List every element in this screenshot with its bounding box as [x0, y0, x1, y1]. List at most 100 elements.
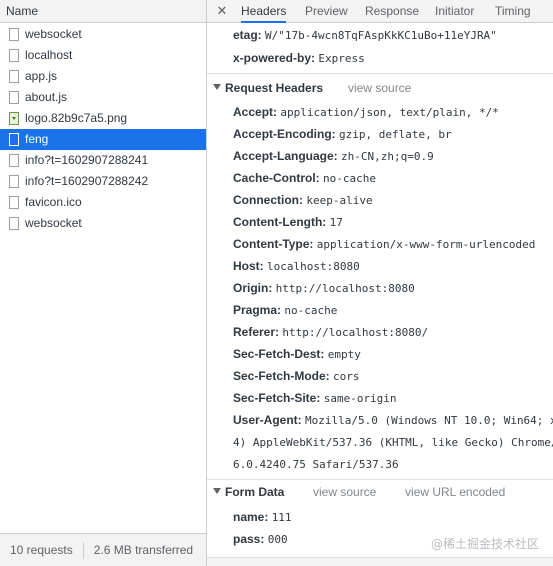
tab-timing[interactable]: Timing — [495, 0, 531, 22]
header-value: http://localhost:8080/ — [282, 326, 429, 339]
form-value: 111 — [271, 511, 292, 524]
document-icon — [9, 70, 19, 83]
document-icon — [9, 217, 19, 230]
header-key: Sec-Fetch-Dest: — [233, 347, 325, 361]
request-name: favicon.ico — [25, 195, 82, 209]
header-key: x-powered-by: — [233, 51, 316, 65]
header-row: Accept-Language: zh-CN,zh;q=0.9 — [233, 149, 434, 163]
header-row: Accept: application/json, text/plain, */… — [233, 105, 499, 119]
header-row: Content-Length: 17 — [233, 215, 343, 229]
header-value: 17 — [329, 216, 343, 229]
header-value: http://localhost:8080 — [275, 282, 415, 295]
name-column-header[interactable]: Name — [0, 0, 206, 23]
request-row[interactable]: websocket — [0, 213, 206, 234]
request-name: app.js — [25, 69, 58, 83]
section-title: Request Headers — [225, 81, 324, 95]
header-value-continuation: 6.0.4240.75 Safari/537.36 — [233, 457, 399, 471]
header-key: Accept: — [233, 105, 278, 119]
document-icon — [9, 49, 19, 62]
header-row: etag: W/"17b-4wcn8TqFAspKkKC1uBo+11eYJRA… — [233, 28, 497, 42]
collapse-triangle-icon — [213, 488, 221, 494]
request-row-selected[interactable]: feng — [0, 129, 206, 150]
bottom-scroll-strip[interactable] — [207, 557, 553, 566]
request-name: localhost — [25, 48, 73, 62]
header-row: Origin: http://localhost:8080 — [233, 281, 415, 295]
header-value: localhost:8080 — [267, 260, 360, 273]
header-row: Cache-Control: no-cache — [233, 171, 376, 185]
header-row: Sec-Fetch-Dest: empty — [233, 347, 361, 361]
header-key: Accept-Encoding: — [233, 127, 336, 141]
watermark: @稀土掘金技术社区 — [430, 537, 539, 551]
document-icon — [9, 91, 19, 104]
tab-headers[interactable]: Headers — [241, 0, 287, 23]
document-icon — [9, 28, 19, 41]
request-row[interactable]: websocket — [0, 24, 206, 45]
document-icon — [9, 154, 19, 167]
request-row[interactable]: info?t=1602907288242 — [0, 171, 206, 192]
header-key: etag: — [233, 28, 262, 42]
header-value: Mozilla/5.0 (Windows NT 10.0; Win64; x — [305, 414, 553, 427]
image-icon — [9, 112, 19, 125]
header-key: Pragma: — [233, 303, 282, 317]
header-value: no-cache — [323, 172, 376, 185]
request-list-pane: Name websocket localhost app.js about.js… — [0, 0, 207, 566]
form-key: pass: — [233, 532, 265, 546]
section-divider — [207, 479, 553, 480]
header-key: Accept-Language: — [233, 149, 338, 163]
document-icon — [9, 196, 19, 209]
header-key: Cache-Control: — [233, 171, 320, 185]
headers-panel: etag: W/"17b-4wcn8TqFAspKkKC1uBo+11eYJRA… — [207, 23, 553, 566]
request-headers-toggle[interactable]: Request Headers — [213, 81, 323, 95]
header-value: 6.0.4240.75 Safari/537.36 — [233, 458, 399, 471]
view-source-link[interactable]: view source — [313, 485, 376, 499]
header-value: 4) AppleWebKit/537.36 (KHTML, like Gecko… — [233, 436, 553, 449]
header-row: Content-Type: application/x-www-form-url… — [233, 237, 535, 251]
status-bar: 10 requests 2.6 MB transferred — [0, 533, 206, 566]
request-row[interactable]: info?t=1602907288241 — [0, 150, 206, 171]
request-row[interactable]: favicon.ico — [0, 192, 206, 213]
tab-preview[interactable]: Preview — [305, 0, 348, 22]
request-name: feng — [25, 132, 49, 146]
header-row: Pragma: no-cache — [233, 303, 337, 317]
tab-response[interactable]: Response — [365, 0, 419, 22]
request-name: websocket — [25, 27, 82, 41]
section-title: Form Data — [225, 485, 285, 499]
tab-initiator[interactable]: Initiator — [435, 0, 474, 22]
request-row[interactable]: app.js — [0, 66, 206, 87]
header-value: zh-CN,zh;q=0.9 — [341, 150, 434, 163]
document-icon — [9, 175, 19, 188]
header-value: W/"17b-4wcn8TqFAspKkKC1uBo+11eYJRA" — [265, 29, 497, 42]
view-url-encoded-link[interactable]: view URL encoded — [405, 485, 505, 499]
header-value: no-cache — [284, 304, 338, 317]
section-divider — [207, 73, 553, 74]
request-row[interactable]: localhost — [0, 45, 206, 66]
request-name: about.js — [25, 90, 68, 104]
header-row: User-Agent: Mozilla/5.0 (Windows NT 10.0… — [233, 413, 553, 427]
header-value: same-origin — [323, 392, 397, 405]
header-value: cors — [333, 370, 360, 383]
form-row: name: 111 — [233, 510, 292, 524]
header-value: application/json, text/plain, */* — [280, 106, 499, 119]
header-value: Express — [318, 52, 365, 65]
request-count: 10 requests — [10, 543, 73, 557]
header-row: Sec-Fetch-Site: same-origin — [233, 391, 397, 405]
form-data-toggle[interactable]: Form Data — [213, 485, 284, 499]
request-name: logo.82b9c7a5.png — [25, 111, 128, 125]
request-name: info?t=1602907288242 — [25, 174, 149, 188]
details-tabbar: ✕ Headers Preview Response Initiator Tim… — [207, 0, 553, 23]
header-row: Sec-Fetch-Mode: cors — [233, 369, 360, 383]
close-icon[interactable]: ✕ — [216, 3, 228, 19]
header-key: Content-Type: — [233, 237, 314, 251]
form-value: 000 — [267, 533, 288, 546]
request-row[interactable]: logo.82b9c7a5.png — [0, 108, 206, 129]
view-source-link[interactable]: view source — [348, 81, 411, 95]
request-row[interactable]: about.js — [0, 87, 206, 108]
header-row: Referer: http://localhost:8080/ — [233, 325, 428, 339]
header-key: Sec-Fetch-Mode: — [233, 369, 330, 383]
header-value-continuation: 4) AppleWebKit/537.36 (KHTML, like Gecko… — [233, 435, 553, 449]
transferred-size: 2.6 MB transferred — [93, 543, 194, 557]
name-column-label: Name — [6, 4, 39, 18]
header-key: Connection: — [233, 193, 303, 207]
header-key: Referer: — [233, 325, 280, 339]
header-value: application/x-www-form-urlencoded — [316, 238, 536, 251]
